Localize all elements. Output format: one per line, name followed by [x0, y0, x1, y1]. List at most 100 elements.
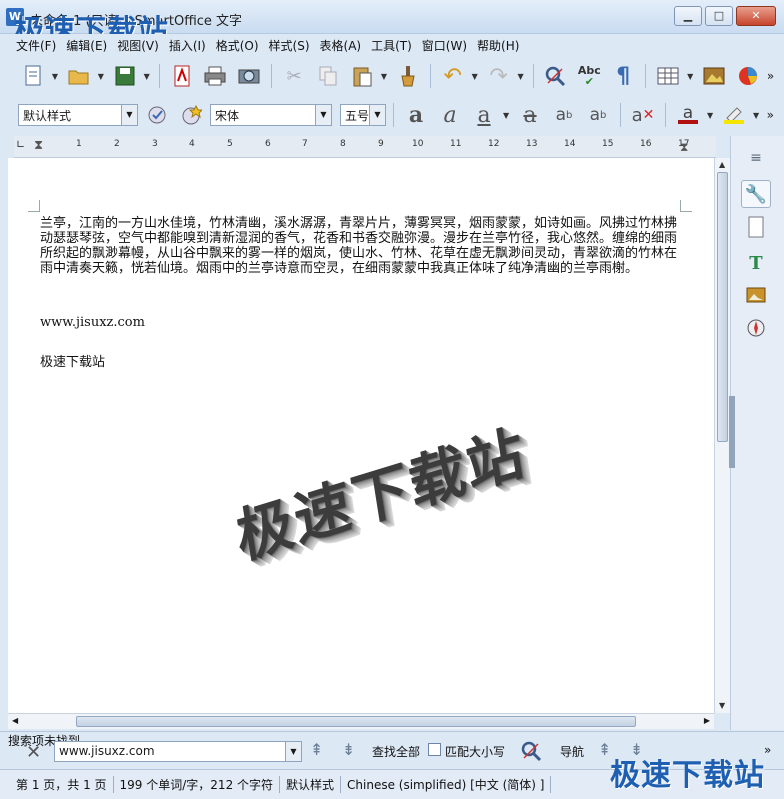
- document-page[interactable]: 兰亭，江南的一方山水佳境，竹林清幽，溪水潺潺，青翠片片，薄雾冥冥，烟雨蒙蒙，如诗…: [8, 158, 714, 713]
- maximize-button[interactable]: □: [705, 6, 733, 26]
- separator: [665, 103, 666, 127]
- close-find-icon[interactable]: ✕: [26, 742, 41, 763]
- highlight-icon[interactable]: [719, 101, 749, 129]
- clear-formatting-icon[interactable]: a ✕: [628, 101, 658, 129]
- page-count[interactable]: 第 1 页，共 1 页: [10, 776, 114, 793]
- menu-insert[interactable]: 插入(I): [165, 34, 210, 56]
- font-color-dropdown-icon[interactable]: ▼: [707, 111, 715, 120]
- sidebar-collapse-handle[interactable]: [729, 396, 735, 468]
- paste-icon[interactable]: [347, 62, 377, 90]
- redo-dropdown-icon[interactable]: ▼: [518, 72, 526, 81]
- language-indicator[interactable]: Chinese (simplified) [中文 (简体) ]: [341, 776, 552, 793]
- underline-icon[interactable]: a: [469, 101, 499, 129]
- scroll-down-icon[interactable]: ▼: [719, 701, 725, 710]
- subscript-icon[interactable]: ab: [583, 101, 613, 129]
- menu-window[interactable]: 窗口(W): [418, 34, 471, 56]
- highlight-dropdown-icon[interactable]: ▼: [753, 111, 761, 120]
- menu-format[interactable]: 格式(O): [212, 34, 263, 56]
- navigator-compass-icon[interactable]: [741, 318, 771, 346]
- styles-icon[interactable]: T: [741, 250, 771, 278]
- document-site-line[interactable]: 极速下载站: [40, 351, 105, 370]
- scroll-up-icon[interactable]: ▲: [719, 160, 725, 169]
- strikethrough-icon[interactable]: a: [515, 101, 545, 129]
- save-dropdown-icon[interactable]: ▼: [144, 72, 152, 81]
- open-folder-icon[interactable]: [64, 62, 94, 90]
- find-all-button[interactable]: 查找全部: [372, 743, 420, 760]
- table-icon[interactable]: [653, 62, 683, 90]
- menu-tools[interactable]: 工具(T): [367, 34, 416, 56]
- find-previous-icon[interactable]: ⇞: [310, 740, 323, 759]
- ruler-number: 3: [152, 139, 158, 149]
- copy-icon[interactable]: [313, 62, 343, 90]
- close-button[interactable]: ✕: [736, 6, 776, 26]
- vertical-scroll-thumb[interactable]: [717, 172, 728, 442]
- menu-file[interactable]: 文件(F): [12, 34, 60, 56]
- spellcheck-icon[interactable]: Abc ✔: [574, 62, 604, 90]
- chart-icon[interactable]: [733, 62, 763, 90]
- new-document-icon[interactable]: [18, 62, 48, 90]
- toolbar-overflow-icon[interactable]: »: [767, 108, 774, 122]
- paste-dropdown-icon[interactable]: ▼: [381, 72, 389, 81]
- vertical-scrollbar[interactable]: ▲ ▼: [714, 158, 730, 713]
- horizontal-scrollbar[interactable]: ◀ ▶: [8, 713, 714, 729]
- save-icon[interactable]: [110, 62, 140, 90]
- open-dropdown-icon[interactable]: ▼: [98, 72, 106, 81]
- tab-stop-icon[interactable]: ∟: [16, 138, 25, 151]
- update-style-icon[interactable]: [142, 101, 172, 129]
- scroll-left-icon[interactable]: ◀: [12, 716, 18, 725]
- table-dropdown-icon[interactable]: ▼: [687, 72, 695, 81]
- menu-help[interactable]: 帮助(H): [473, 34, 523, 56]
- horizontal-scroll-thumb[interactable]: [76, 716, 636, 727]
- superscript-icon[interactable]: ab: [549, 101, 579, 129]
- font-size-select[interactable]: 五号 ▼: [340, 104, 386, 126]
- new-dropdown-icon[interactable]: ▼: [52, 72, 60, 81]
- find-input[interactable]: www.jisuxz.com ▼: [54, 741, 302, 762]
- paragraph-style-select[interactable]: 默认样式 ▼: [18, 104, 138, 126]
- undo-dropdown-icon[interactable]: ▼: [472, 72, 480, 81]
- redo-icon[interactable]: ↷: [484, 62, 514, 90]
- toolbar-overflow-icon[interactable]: »: [767, 69, 774, 83]
- font-name-select[interactable]: 宋体 ▼: [210, 104, 332, 126]
- chevron-down-icon[interactable]: ▼: [121, 105, 137, 125]
- menu-edit[interactable]: 编辑(E): [62, 34, 111, 56]
- bold-icon[interactable]: a: [401, 101, 431, 129]
- italic-icon[interactable]: a: [435, 101, 465, 129]
- underline-dropdown-icon[interactable]: ▼: [503, 111, 511, 120]
- print-preview-icon[interactable]: [234, 62, 264, 90]
- find-replace-icon[interactable]: [541, 62, 571, 90]
- document-paragraph[interactable]: 兰亭，江南的一方山水佳境，竹林清幽，溪水潺潺，青翠片片，薄雾冥冥，烟雨蒙蒙，如诗…: [40, 216, 688, 276]
- format-paintbrush-icon[interactable]: [393, 62, 423, 90]
- page-style[interactable]: 默认样式: [280, 776, 342, 793]
- chevron-down-icon[interactable]: ▼: [285, 742, 301, 761]
- chevron-down-icon[interactable]: ▼: [315, 105, 331, 125]
- wordart-object[interactable]: 极速下载站: [230, 404, 530, 575]
- word-count[interactable]: 199 个单词/字，212 个字符: [114, 776, 281, 793]
- navigate-button[interactable]: 导航: [560, 743, 584, 760]
- page-icon[interactable]: [741, 216, 771, 244]
- undo-icon[interactable]: ↶: [438, 62, 468, 90]
- document-url-line[interactable]: www.jisuxz.com: [40, 315, 145, 330]
- chevron-down-icon[interactable]: ▼: [369, 105, 385, 125]
- indent-marker-icon[interactable]: ⧗: [34, 138, 43, 153]
- menu-styles[interactable]: 样式(S): [265, 34, 314, 56]
- right-indent-icon[interactable]: ⧗: [680, 140, 688, 155]
- font-color-icon[interactable]: a: [673, 101, 703, 129]
- formatting-marks-icon[interactable]: ¶: [608, 62, 638, 90]
- export-pdf-icon[interactable]: [167, 62, 197, 90]
- scroll-right-icon[interactable]: ▶: [704, 716, 710, 725]
- menu-view[interactable]: 视图(V): [113, 34, 163, 56]
- new-style-icon[interactable]: [176, 101, 206, 129]
- horizontal-ruler[interactable]: ∟ ⧗ 1 2 3 4 5 6 7 8 9 10 11 12 13 14 15 …: [14, 136, 716, 158]
- findbar-overflow-icon[interactable]: »: [764, 743, 771, 757]
- find-next-icon[interactable]: ⇟: [342, 740, 355, 759]
- find-replace-icon[interactable]: [520, 740, 542, 766]
- minimize-button[interactable]: ▁: [674, 6, 702, 26]
- match-case-checkbox[interactable]: [428, 743, 441, 756]
- image-icon[interactable]: [699, 62, 729, 90]
- gallery-icon[interactable]: [741, 284, 771, 312]
- properties-wrench-icon[interactable]: 🔧: [741, 180, 771, 208]
- cut-icon[interactable]: ✂: [279, 62, 309, 90]
- sidebar-menu-icon[interactable]: ≡: [741, 144, 771, 172]
- menu-table[interactable]: 表格(A): [316, 34, 366, 56]
- print-icon[interactable]: [200, 62, 230, 90]
